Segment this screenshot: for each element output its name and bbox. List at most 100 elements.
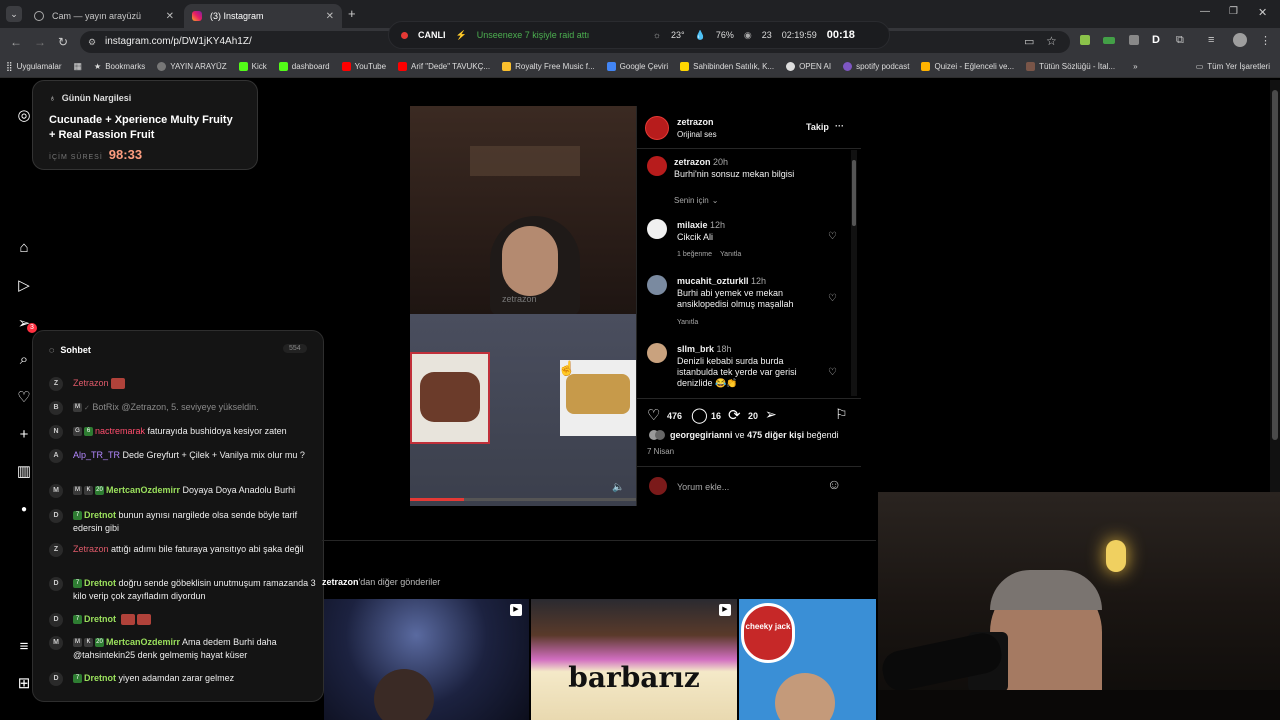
reply-button[interactable]: Yanıtla [677,317,698,328]
reload-icon[interactable]: ↻ [58,35,68,49]
more-posts-user[interactable]: zetrazon [322,577,359,587]
cast-icon[interactable]: ▭ [1024,35,1034,48]
liked-by-count[interactable]: 475 diğer kişi [747,430,804,440]
create-icon[interactable]: + [14,425,34,445]
bookmark-kick[interactable]: Kick [233,62,273,71]
repost-icon[interactable]: ⟳ [728,406,741,424]
post-author[interactable]: zetrazon [677,117,714,128]
post-thumbnail[interactable]: ▶ [324,599,529,720]
scrollbar-thumb[interactable] [852,160,856,226]
url-text[interactable]: instagram.com/p/DW1jKY4Ah1Z/ [105,36,252,47]
cursor-icon: ☝ [558,360,576,376]
profile-avatar[interactable] [1233,33,1247,47]
close-icon[interactable]: ✕ [166,11,174,22]
bookmark-youtube[interactable]: YouTube [336,62,392,71]
like-comment-icon[interactable]: ♡ [828,293,837,304]
chat-username[interactable]: MertcanOzdemirr [106,637,180,647]
volume-icon[interactable]: 🔈 [612,482,624,493]
avatar[interactable] [647,219,667,239]
reply-button[interactable]: Yanıtla [720,249,741,260]
bookmark-spotify[interactable]: spotify podcast [837,62,915,71]
avatar[interactable] [647,343,667,363]
restore-button[interactable]: ❐ [1229,6,1238,17]
post-audio[interactable]: Orijinal ses [677,129,717,140]
chat-username[interactable]: Zetrazon [73,544,109,554]
forward-icon[interactable]: → [34,35,46,49]
follow-button[interactable]: Takip [806,122,829,133]
chat-username[interactable]: Dretnot [84,510,116,520]
bookmark-grid[interactable]: ▦ [68,61,89,72]
avatar[interactable] [647,156,667,176]
instagram-logo-icon[interactable]: ◎ [14,106,34,126]
comment-username[interactable]: sllm_brk [677,344,714,354]
extension-icon[interactable] [1103,37,1115,44]
home-icon[interactable]: ⌂ [14,238,34,258]
chat-username[interactable]: BotRix [92,402,119,412]
bookmark-royalty[interactable]: Royalty Free Music f... [496,62,601,71]
bookmark-folder[interactable]: ★ Bookmarks [88,62,151,71]
avatar[interactable] [647,275,667,295]
more-menu-icon[interactable]: ≡ [14,637,34,657]
bookmark-dashboard[interactable]: dashboard [273,62,336,71]
post-thumbnail[interactable]: ▶ barbarız [531,599,737,720]
chat-username[interactable]: Dretnot [84,673,116,683]
bookmark-all[interactable]: ▭ Tüm Yer İşaretleri [1190,62,1280,71]
reels-icon[interactable]: ▷ [14,276,34,296]
comment-icon[interactable]: ◯ [691,406,708,424]
bookmark-ceviri[interactable]: Google Çeviri [601,62,674,71]
avatar[interactable] [645,116,669,140]
post-thumbnail[interactable]: cheeky jack [739,599,876,720]
bookmark-sahibinden[interactable]: Sahibinden Satılık, K... [674,62,780,71]
comment-username[interactable]: mucahit_ozturkll [677,276,749,286]
more-options-icon[interactable]: ··· [835,121,844,132]
liked-by-user[interactable]: georgegirianni [670,430,733,440]
tab-search-button[interactable]: ⌄ [6,6,22,22]
bookmark-icon[interactable]: ⚐ [835,406,848,423]
chat-username[interactable]: Dretnot [84,578,116,588]
tab-instagram[interactable]: (3) Instagram ✕ [184,4,342,28]
tab-cam[interactable]: Cam — yayın arayüzü ✕ [26,4,182,28]
like-icon[interactable]: ♡ [647,406,660,424]
search-icon[interactable]: ⌕ [14,350,34,370]
new-tab-button[interactable]: + [348,6,356,21]
like-comment-icon[interactable]: ♡ [828,231,837,242]
bookmark-openai[interactable]: OPEN AI [780,62,837,71]
menu-icon[interactable]: ⋮ [1260,34,1271,47]
bookmark-arif[interactable]: Arif "Dede" TAVUKÇ... [392,62,496,71]
bookmark-apps[interactable]: ⣿ Uygulamalar [0,61,68,72]
like-comment-icon[interactable]: ♡ [828,367,837,378]
chat-username[interactable]: MertcanOzdemirr [106,485,180,495]
chat-username[interactable]: Zetrazon [73,378,109,388]
puzzle-icon[interactable]: ⧉ [1176,34,1184,47]
emoji-icon[interactable]: ☺ [827,476,841,492]
bookmark-quizei[interactable]: Quizei - Eğlenceli ve... [915,62,1020,71]
back-icon[interactable]: ← [10,35,22,49]
reading-list-icon[interactable]: ≡ [1208,34,1214,46]
chat-username[interactable]: Alp_TR_TR [73,450,120,460]
extension-icon[interactable]: D [1152,34,1160,46]
comment-likes[interactable]: 1 beğenme [677,249,712,260]
site-info-icon[interactable]: ⚙ [88,37,96,48]
chat-username[interactable]: Dretnot [84,614,116,624]
extension-icon[interactable] [1129,35,1139,45]
close-icon[interactable]: ✕ [326,11,334,22]
more-bookmarks-icon[interactable]: » [1127,62,1143,71]
minimize-button[interactable]: — [1200,6,1210,17]
profile-avatar[interactable]: ● [14,500,34,520]
extension-icon[interactable] [1080,35,1090,45]
for-you-toggle[interactable]: Senin için ⌄ [674,195,718,206]
bookmark-tutun[interactable]: Tütün Sözlüğü - İtal... [1020,62,1121,71]
heart-icon[interactable]: ♡ [14,388,34,408]
apps-icon[interactable]: ⊞ [14,674,34,694]
comment-input[interactable]: Yorum ekle... [677,482,729,493]
close-window-button[interactable]: ✕ [1258,6,1267,19]
share-icon[interactable]: ➢ [765,406,777,423]
comment-username[interactable]: milaxie [677,220,708,230]
dashboard-icon[interactable]: ▥ [14,462,34,482]
post-video[interactable]: zetrazon 🔈 ☝ [410,106,636,506]
page-scrollbar-thumb[interactable] [1272,90,1278,440]
bookmark-yayin[interactable]: YAYIN ARAYÜZ [151,62,232,71]
chat-username[interactable]: nactremarak [95,426,145,436]
star-icon[interactable]: ☆ [1046,34,1057,48]
comment-username[interactable]: zetrazon [674,157,711,167]
